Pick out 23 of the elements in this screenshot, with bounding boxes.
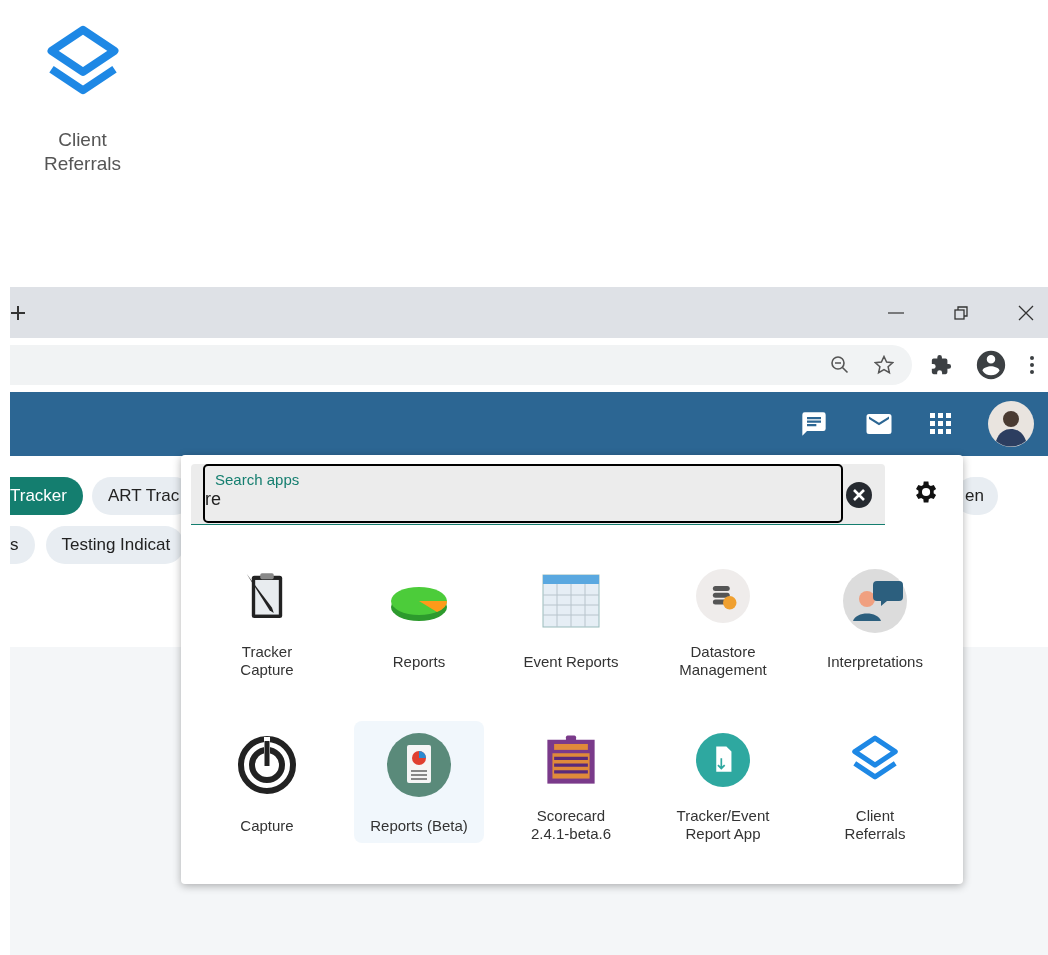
search-value: re — [205, 488, 221, 510]
star-icon[interactable] — [874, 355, 894, 375]
restore-icon[interactable] — [954, 305, 968, 320]
close-icon[interactable] — [1018, 304, 1034, 321]
app-tile[interactable]: Reports (Beta) — [354, 721, 484, 843]
new-tab-icon[interactable] — [11, 305, 25, 320]
more-icon[interactable] — [1030, 356, 1034, 374]
person-chat-icon — [843, 569, 907, 633]
profile-icon[interactable] — [974, 348, 1008, 382]
user-avatar[interactable] — [988, 401, 1034, 447]
search-label: Search apps — [215, 471, 300, 488]
zoom-out-icon[interactable] — [830, 355, 850, 375]
shortcut-label: Client Referrals — [43, 128, 122, 176]
apps-grid-icon[interactable] — [930, 413, 952, 435]
message-icon[interactable] — [800, 410, 828, 438]
filter-chip[interactable]: s — [10, 526, 35, 564]
filter-chip[interactable]: Tracker — [10, 477, 83, 515]
search-field[interactable]: Search apps re — [191, 464, 885, 525]
target-icon — [235, 733, 299, 797]
puzzle-icon[interactable] — [930, 354, 952, 376]
report-icon — [387, 733, 451, 797]
minimize-icon[interactable] — [888, 311, 904, 314]
clear-icon[interactable] — [846, 482, 872, 508]
